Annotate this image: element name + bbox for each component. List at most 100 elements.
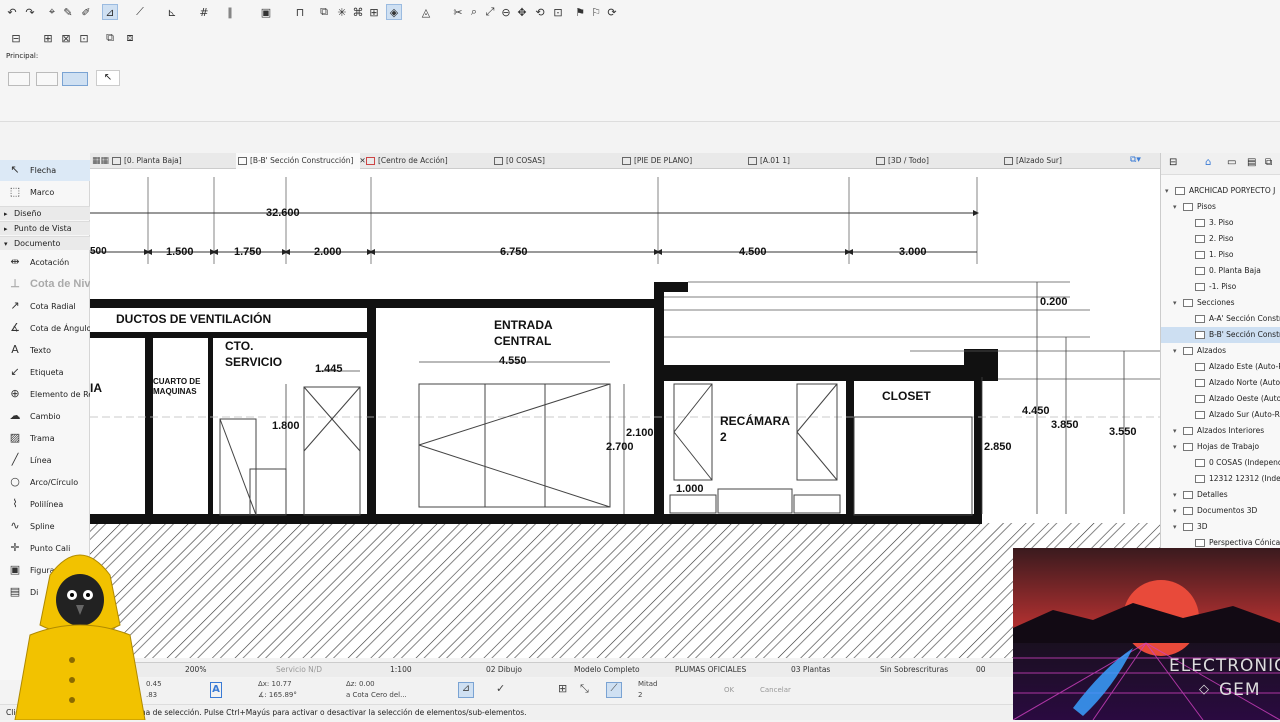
nav-item[interactable]: ▾ Detalles (1161, 487, 1280, 503)
explode-icon[interactable]: ⌘ (350, 4, 366, 20)
tool-linea[interactable]: ╱ Línea (0, 450, 90, 471)
view-3d-icon[interactable]: ◈ (386, 4, 402, 20)
dimension-value[interactable]: 03 Plantas (791, 663, 830, 677)
ok-button[interactable]: OK (724, 686, 734, 694)
tab-menu-icon[interactable]: ⧉▾ (1130, 155, 1156, 167)
magic-wand-icon[interactable]: ✳ (334, 4, 350, 20)
zoom-out-icon[interactable]: ⊖ (498, 4, 514, 20)
tab-a01[interactable]: [A.01 1] (746, 153, 870, 169)
zoom-value[interactable]: 200% (185, 663, 206, 677)
publisher-sets-icon[interactable]: ▤ (1247, 157, 1256, 168)
tool-cota-angulo[interactable]: ∡ Cota de Ángulo (0, 318, 90, 339)
nav-item[interactable]: ▾ Alzados Interiores (1161, 423, 1280, 439)
guide-lines-icon[interactable]: ⟋ (132, 4, 148, 20)
tool-flecha[interactable]: ↖ Flecha (0, 160, 90, 181)
previous-view-icon[interactable]: ⊡ (550, 4, 566, 20)
nav-item[interactable]: Alzado Norte (Auto (1161, 375, 1280, 391)
grid-icon[interactable]: ⊞ (558, 682, 567, 695)
nav-item[interactable]: 0. Planta Baja (1161, 263, 1280, 279)
nav-item[interactable]: B-B' Sección Constr (1161, 327, 1280, 343)
fit-icon[interactable]: ⤢ (482, 4, 498, 20)
cut-icon[interactable]: ✂ (450, 4, 466, 20)
geometry-method-button[interactable] (8, 72, 30, 86)
tab-cosas[interactable]: [0 COSAS] (492, 153, 616, 169)
nav-item[interactable]: 3. Piso (1161, 215, 1280, 231)
nav-item[interactable]: ▾ Secciones (1161, 295, 1280, 311)
nav-item[interactable]: 0 COSAS (Independ (1161, 455, 1280, 471)
tab-planta-baja[interactable]: [0. Planta Baja] (110, 153, 250, 169)
model-view-icon[interactable]: ⊡ (76, 30, 92, 46)
expand-icon[interactable]: ▾ (1173, 439, 1177, 455)
grid-snap-icon[interactable]: # (196, 4, 212, 20)
section-punto-vista[interactable]: Punto de Vista (0, 221, 90, 236)
expand-icon[interactable]: ▾ (1173, 487, 1177, 503)
teamwork-icon[interactable]: ⚐ (588, 4, 604, 20)
expand-icon[interactable]: ▾ (1173, 519, 1177, 535)
tab-centro-accion[interactable]: [Centro de Acción] (364, 153, 488, 169)
model-view-value[interactable]: Modelo Completo (574, 663, 640, 677)
section-diseno[interactable]: Diseño (0, 206, 90, 221)
renovation-icon[interactable]: ◬ (418, 4, 434, 20)
snap-guides-icon[interactable]: ⊿ (102, 4, 118, 20)
nav-item[interactable]: 2. Piso (1161, 231, 1280, 247)
sync-icon[interactable]: ⟳ (604, 4, 620, 20)
trace-icon[interactable]: ⧉ (316, 4, 332, 20)
layout-book-icon[interactable]: ▭ (1227, 157, 1236, 168)
tool-spline[interactable]: ∿ Spline (0, 516, 90, 537)
nav-item[interactable]: A-A' Sección Constr (1161, 311, 1280, 327)
nav-item[interactable]: Alzado Oeste (Auto (1161, 391, 1280, 407)
nav-item[interactable]: 12312 12312 (Indep (1161, 471, 1280, 487)
tab-3d[interactable]: [3D / Todo] (874, 153, 998, 169)
rotate-icon[interactable]: ⟲ (532, 4, 548, 20)
tab-pie-plano[interactable]: [PIE DE PLANO] (620, 153, 744, 169)
override-value[interactable]: Sin Sobrescrituras (880, 663, 948, 677)
tool-texto[interactable]: A Texto (0, 340, 90, 361)
redo-icon[interactable]: ↷ (22, 4, 38, 20)
layer-combo-icon[interactable]: ⊞ (40, 30, 56, 46)
tool-cota-nivel[interactable]: ⊥Cota de Nivel (0, 274, 90, 295)
tracker-icon[interactable]: ⤡ (580, 682, 589, 696)
tab-seccion-bb[interactable]: [B-B' Sección Construcción] ✕ (236, 153, 366, 169)
absolute-coords-icon[interactable]: A (210, 682, 222, 698)
selection-mode-button[interactable] (36, 72, 58, 86)
pick-icon[interactable]: ⌖ (44, 4, 60, 20)
tool-cota-radial[interactable]: ↗ Cota Radial (0, 296, 90, 317)
eyedropper-icon[interactable]: ✎ (60, 4, 76, 20)
arrow-select-icon[interactable]: ↖ (96, 70, 120, 86)
nav-item[interactable]: ▾ Documentos 3D (1161, 503, 1280, 519)
nav-item[interactable]: ▾ Pisos (1161, 199, 1280, 215)
expand-icon[interactable]: ▾ (1173, 199, 1177, 215)
parallel-icon[interactable]: ∥ (222, 4, 238, 20)
nav-item[interactable]: Alzado Este (Auto-R (1161, 359, 1280, 375)
expand-icon[interactable]: ▾ (1173, 295, 1177, 311)
undo-icon[interactable]: ↶ (4, 4, 20, 20)
nav-item[interactable]: -1. Piso (1161, 279, 1280, 295)
snap-line-icon[interactable]: ⟋ (606, 682, 622, 698)
expand-icon[interactable]: ▾ (1173, 423, 1177, 439)
tool-polilinea[interactable]: ⌇ Polilínea (0, 494, 90, 515)
tool-cambio[interactable]: ☁ Cambio (0, 406, 90, 427)
scale-value[interactable]: 1:100 (390, 663, 412, 677)
publisher-icon[interactable]: ⧉ (102, 30, 118, 46)
move-icon[interactable]: ⊞ (366, 4, 382, 20)
lock-icon[interactable]: ⊓ (292, 4, 308, 20)
pen-set-value[interactable]: PLUMAS OFICIALES (675, 663, 746, 677)
tool-marco[interactable]: ⬚ Marco (0, 182, 90, 203)
nav-item[interactable]: ▾ 3D (1161, 519, 1280, 535)
suspend-groups-icon[interactable]: ▣ (258, 4, 274, 20)
organizer-icon[interactable]: ⧈ (122, 30, 138, 46)
project-map-icon[interactable]: ⊟ (1169, 157, 1177, 168)
layers-icon[interactable]: ⊟ (8, 30, 24, 46)
snap-method-icon[interactable]: ⊿ (458, 682, 474, 698)
check-icon[interactable]: ✓ (496, 682, 505, 695)
zoom-icon[interactable]: ⌕ (466, 4, 482, 20)
tool-etiqueta[interactable]: ↙ Etiqueta (0, 362, 90, 383)
tool-elemento-red[interactable]: ⊕Elemento de Red (0, 384, 90, 405)
tool-trama[interactable]: ▨ Trama (0, 428, 90, 449)
pen-sets-icon[interactable]: ⊠ (58, 30, 74, 46)
flag-icon[interactable]: ⚑ (572, 4, 588, 20)
pan-icon[interactable]: ✥ (514, 4, 530, 20)
service-value[interactable]: Servicio N/D (276, 663, 322, 677)
tab-alzado-sur[interactable]: [Alzado Sur] (1002, 153, 1126, 169)
snap-points-icon[interactable]: ⊾ (164, 4, 180, 20)
